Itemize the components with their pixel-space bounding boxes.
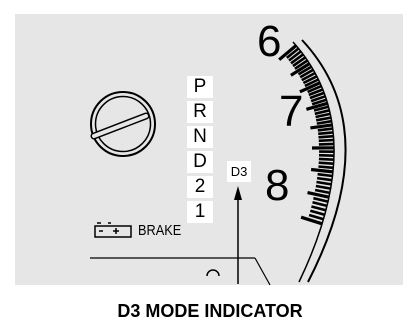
tachometer-tick [318, 142, 334, 146]
d3-indicator-light: D3 [227, 161, 251, 182]
gear-p: P [187, 76, 213, 98]
tachometer-tick [317, 127, 333, 132]
tachometer-tick [309, 209, 326, 217]
panel-line-diagonal [254, 257, 271, 286]
tachometer-tick [315, 184, 331, 190]
rpm-number-6: 6 [257, 17, 282, 66]
tachometer-tick [311, 205, 327, 212]
gear-d: D [187, 151, 213, 173]
tachometer-tick [316, 119, 332, 125]
battery-icon [94, 222, 132, 238]
tachometer-tick [313, 196, 329, 203]
tachometer-tick [318, 157, 334, 161]
tachometer-tick [310, 167, 334, 174]
gear-1: 1 [187, 201, 213, 223]
tachometer-tick [318, 165, 334, 170]
rpm-number-7: 7 [279, 87, 304, 136]
tachometer-tick [312, 201, 328, 208]
tachometer-tick [317, 172, 333, 178]
tachometer-tick [315, 116, 332, 122]
tachometer-tick [318, 161, 334, 165]
brake-label: BRAKE [138, 222, 182, 239]
rpm-number-8: 8 [265, 161, 290, 210]
gear-n: N [187, 126, 213, 148]
tachometer-tick [316, 180, 332, 186]
instrument-panel-diagram: P R N D 2 1 D3 6 7 8 BRAKE D3 MODE INDIC… [0, 0, 420, 330]
tachometer-tick [318, 138, 334, 143]
tachometer-tick [310, 123, 333, 130]
tachometer-tick [318, 134, 334, 139]
tachometer-tick [308, 213, 324, 221]
pointer-arrowhead [234, 186, 242, 200]
bottom-arc-icon [206, 269, 220, 277]
gear-2: 2 [187, 176, 213, 198]
tachometer-tick [318, 131, 334, 136]
tachometer-tick [316, 176, 333, 182]
tachometer-tick [318, 153, 335, 157]
gear-r: R [187, 101, 213, 123]
tachometer-tick [314, 188, 331, 195]
caption: D3 MODE INDICATOR [117, 301, 303, 321]
